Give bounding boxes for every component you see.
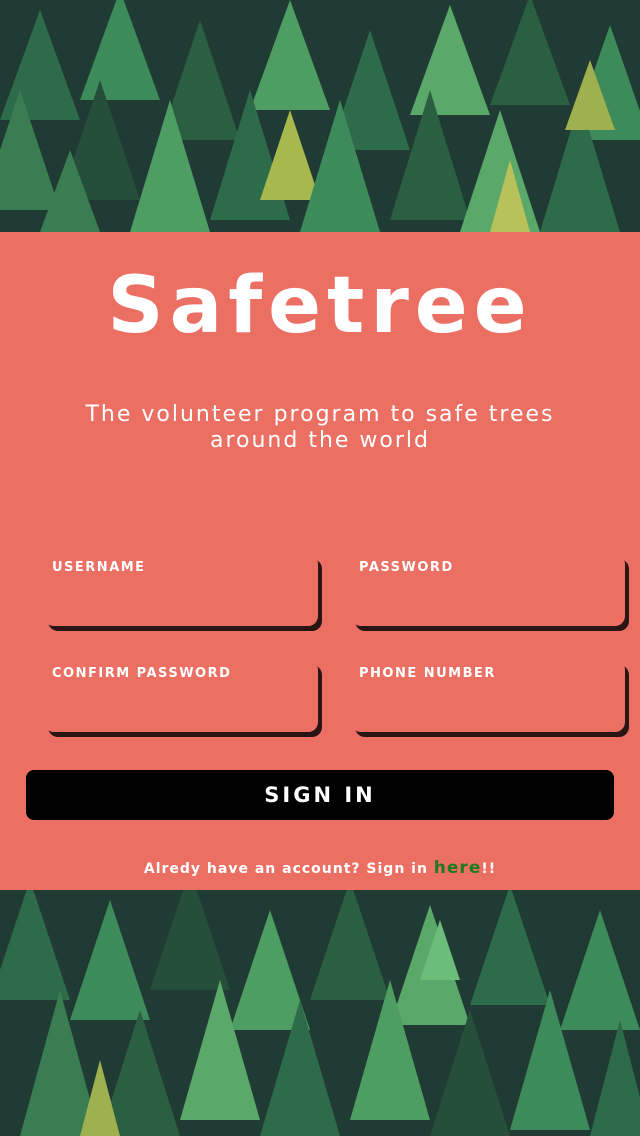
tagline: The volunteer program to safe trees arou… xyxy=(85,402,555,453)
app-title: Safetree xyxy=(107,261,533,351)
username-field[interactable]: USERNAME xyxy=(44,554,318,626)
signin-prompt: Alredy have an account? Sign in here!! xyxy=(0,858,640,878)
confirm-password-input[interactable] xyxy=(50,690,314,726)
password-field[interactable]: PASSWORD xyxy=(351,554,625,626)
username-label: USERNAME xyxy=(52,560,146,575)
signin-prompt-text: Alredy have an account? Sign in xyxy=(143,861,434,877)
confirm-password-label: CONFIRM PASSWORD xyxy=(52,666,232,681)
phone-number-input[interactable] xyxy=(357,690,621,726)
phone-number-label: PHONE NUMBER xyxy=(359,666,496,681)
forest-trees-bottom xyxy=(0,890,640,1136)
forest-background-bottom xyxy=(0,890,640,1136)
confirm-password-field[interactable]: CONFIRM PASSWORD xyxy=(44,660,318,732)
password-label: PASSWORD xyxy=(359,560,454,575)
signin-prompt-suffix: !! xyxy=(481,861,497,877)
username-input[interactable] xyxy=(50,584,314,620)
forest-background-top xyxy=(0,0,640,232)
signin-here-link[interactable]: here xyxy=(434,858,482,878)
password-input[interactable] xyxy=(357,584,621,620)
phone-number-field[interactable]: PHONE NUMBER xyxy=(351,660,625,732)
forest-trees-top xyxy=(0,0,640,232)
sign-in-button[interactable]: SIGN IN xyxy=(26,770,614,820)
